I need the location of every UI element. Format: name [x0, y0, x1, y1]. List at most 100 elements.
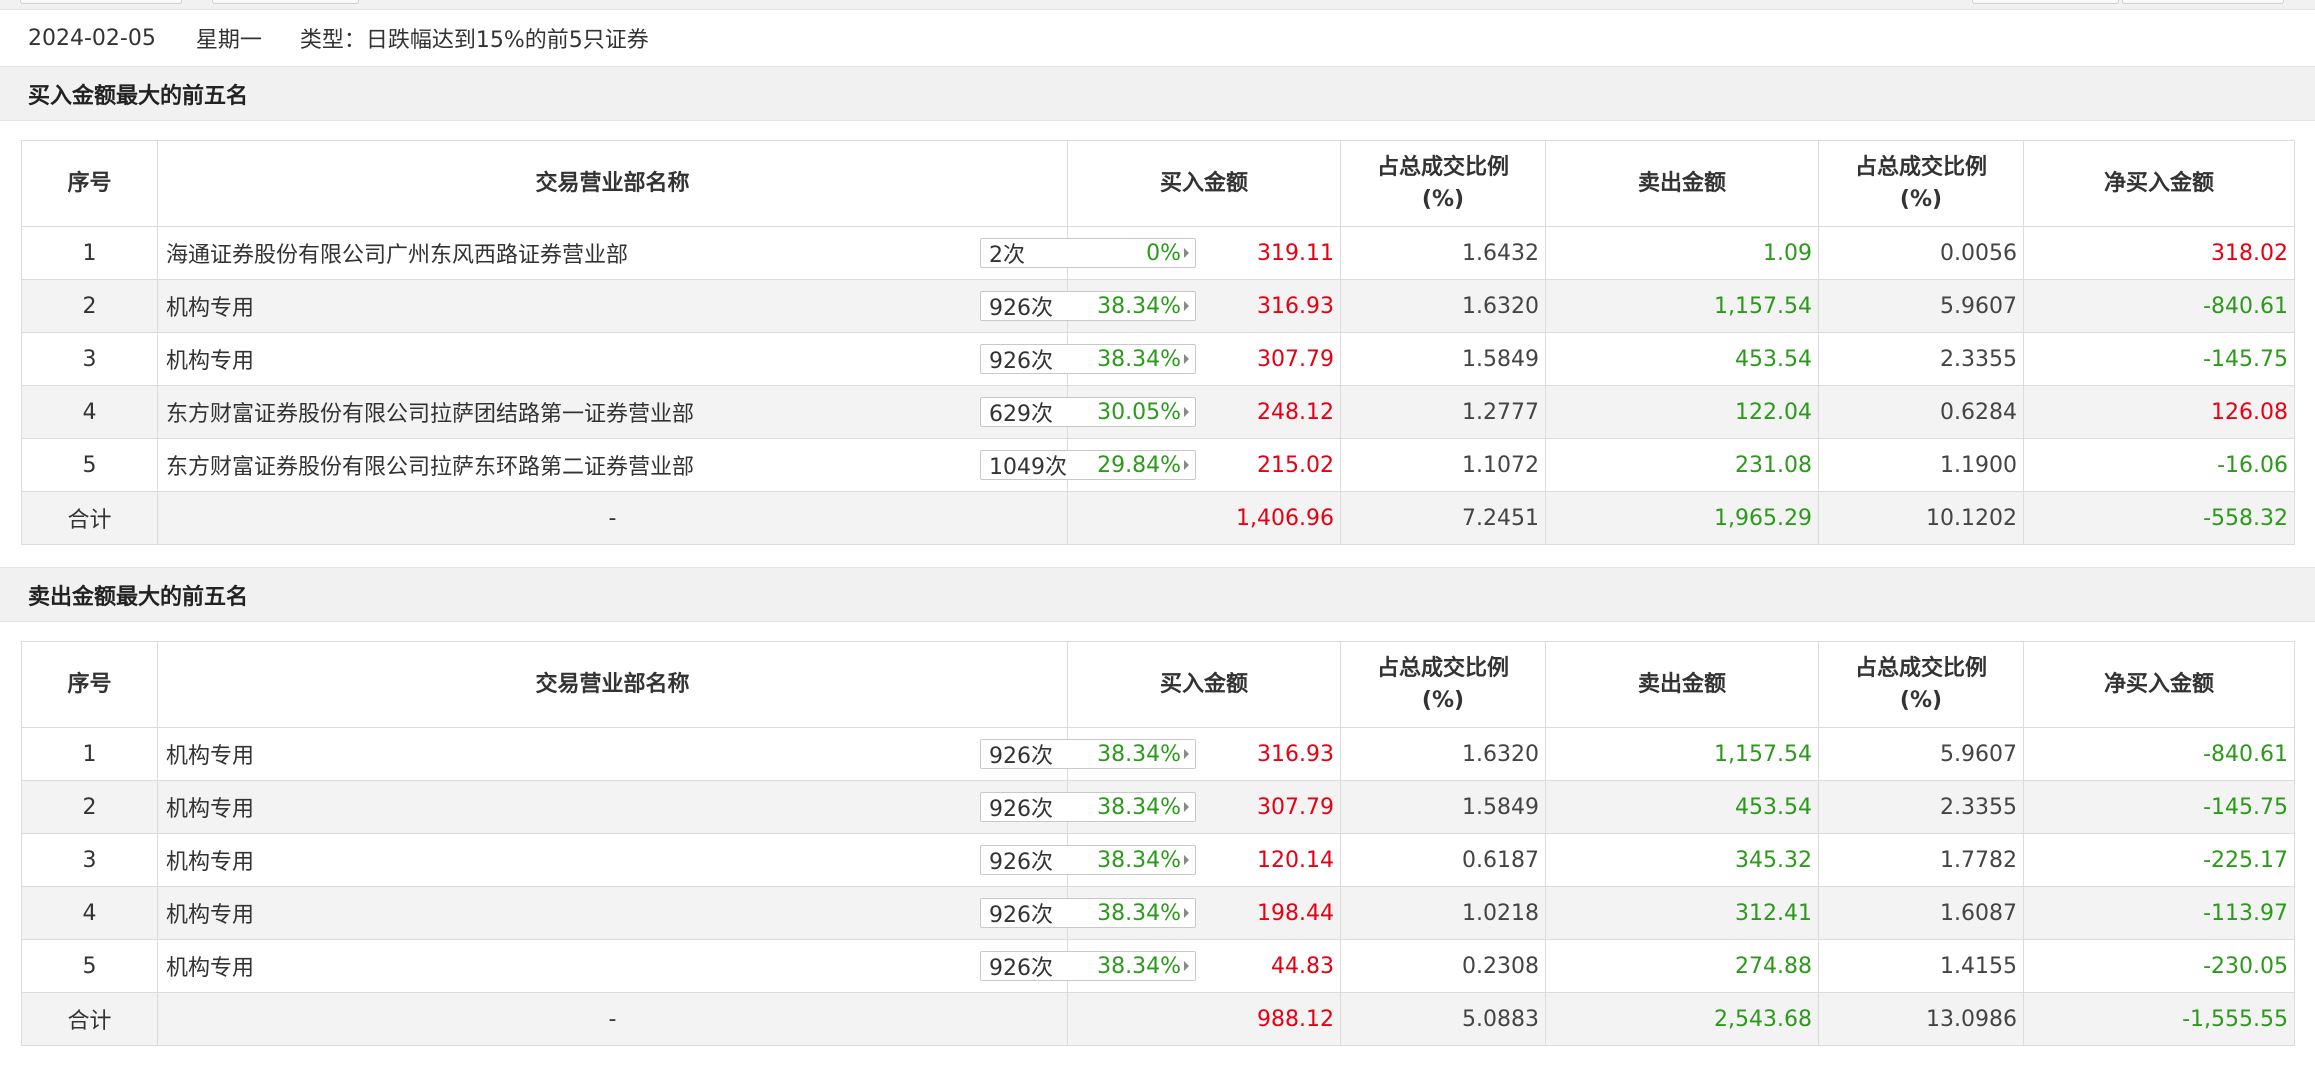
buy-top5-table: 序号 交易营业部名称 买入金额 占总成交比例 (%) 卖出金额 占总成交比例 (%)… — [21, 140, 2295, 545]
dept-name-link[interactable]: 机构专用 — [166, 290, 254, 322]
table-header-row: 序号 交易营业部名称 买入金额 占总成交比例 (%) 卖出金额 占总成交比例 (%)… — [21, 140, 2295, 227]
total-label: 合计 — [21, 992, 158, 1046]
col-header-name: 交易营业部名称 — [157, 140, 1068, 227]
dept-name-link[interactable]: 机构专用 — [166, 343, 254, 375]
row-buy-ratio: 1.0218 — [1340, 886, 1546, 940]
row-sell-amount: 1.09 — [1545, 226, 1819, 280]
section-title: 买入金额最大的前五名 — [28, 83, 249, 109]
dept-name-link[interactable]: 机构专用 — [166, 844, 254, 876]
caret-right-icon — [1184, 749, 1189, 759]
row-net-amount: -16.06 — [2023, 438, 2295, 492]
top-right-button[interactable] — [1972, 0, 2119, 4]
row-net-amount: -225.17 — [2023, 833, 2295, 887]
row-buy-ratio: 0.2308 — [1340, 939, 1546, 993]
sell-top5-header: 卖出金额最大的前五名 — [0, 567, 2315, 622]
row-sell-ratio: 1.1900 — [1818, 438, 2024, 492]
caret-right-icon — [1184, 354, 1189, 364]
type-label: 类型： — [299, 28, 366, 53]
total-buy-ratio: 5.0883 — [1340, 992, 1546, 1046]
info-bar: 2024-02-05 星期一 类型： 日跌幅达到15%的前5只证券 — [0, 10, 2315, 66]
col-header-sell-ratio-line1: 占总成交比例 — [1854, 154, 1987, 180]
dept-stats-button[interactable]: 926次 38.34% — [980, 344, 1196, 374]
row-net-amount: 318.02 — [2023, 226, 2295, 280]
total-sell-amount: 2,543.68 — [1545, 992, 1819, 1046]
row-seq: 4 — [21, 385, 158, 439]
table-row: 2 机构专用 926次 38.34% 307.79 1.5849 453.54 2.3355-… — [21, 780, 2295, 834]
dept-stats-button[interactable]: 926次 38.34% — [980, 845, 1196, 875]
dept-name-link[interactable]: 机构专用 — [166, 791, 254, 823]
caret-right-icon — [1184, 961, 1189, 971]
caret-right-icon — [1184, 407, 1189, 417]
dept-name-link[interactable]: 机构专用 — [166, 897, 254, 929]
table-total-row: 合计 -1,406.96 7.2451 1,965.29 10.1202 -558.32 — [21, 491, 2295, 545]
col-header-seq: 序号 — [21, 140, 158, 227]
top-right-button[interactable] — [2122, 0, 2284, 4]
row-buy-ratio: 1.6320 — [1340, 727, 1546, 781]
row-dept-cell: 海通证券股份有限公司广州东风西路证券营业部 2次 0% — [157, 226, 1196, 280]
row-seq: 2 — [21, 279, 158, 333]
row-sell-ratio: 5.9607 — [1818, 727, 2024, 781]
dept-stats-button[interactable]: 926次 38.34% — [980, 951, 1196, 981]
dept-stats-button[interactable]: 926次 38.34% — [980, 739, 1196, 769]
col-header-sell-ratio-line2: (%) — [1899, 186, 1943, 212]
row-sell-ratio: 2.3355 — [1818, 780, 2024, 834]
dept-appearance-count: 926次 — [989, 744, 1053, 769]
dept-name-link[interactable]: 海通证券股份有限公司广州东风西路证券营业部 — [166, 237, 628, 269]
col-header-buy-ratio: 占总成交比例 (%) — [1340, 641, 1546, 728]
dept-stats-button[interactable]: 926次 38.34% — [980, 291, 1196, 321]
top-tab-button[interactable] — [212, 0, 359, 4]
row-sell-amount: 122.04 — [1545, 385, 1819, 439]
dept-success-rate: 0% — [1146, 240, 1181, 266]
col-header-buy: 买入金额 — [1067, 641, 1341, 728]
total-sell-ratio: 13.0986 — [1818, 992, 2024, 1046]
buy-top5-body: 1 海通证券股份有限公司广州东风西路证券营业部 2次 0% 319.11 1.6432 1.… — [21, 226, 2295, 545]
row-sell-amount: 345.32 — [1545, 833, 1819, 887]
row-sell-amount: 453.54 — [1545, 332, 1819, 386]
dept-stats-button[interactable]: 926次 38.34% — [980, 792, 1196, 822]
row-sell-amount: 274.88 — [1545, 939, 1819, 993]
row-sell-ratio: 0.0056 — [1818, 226, 2024, 280]
dept-success-rate: 38.34% — [1097, 741, 1181, 767]
dept-name-link[interactable]: 机构专用 — [166, 738, 254, 770]
top-tab-button[interactable] — [20, 0, 182, 4]
row-sell-ratio: 0.6284 — [1818, 385, 2024, 439]
row-sell-ratio: 1.6087 — [1818, 886, 2024, 940]
row-sell-amount: 453.54 — [1545, 780, 1819, 834]
col-header-buy-ratio-line2: (%) — [1421, 687, 1465, 713]
row-sell-amount: 1,157.54 — [1545, 727, 1819, 781]
col-header-seq: 序号 — [21, 641, 158, 728]
row-sell-amount: 231.08 — [1545, 438, 1819, 492]
dept-stats-button[interactable]: 1049次 29.84% — [980, 450, 1196, 480]
section-title: 卖出金额最大的前五名 — [28, 584, 249, 610]
buy-top5-header: 买入金额最大的前五名 — [0, 66, 2315, 121]
dept-name-link[interactable]: 东方财富证券股份有限公司拉萨团结路第一证券营业部 — [166, 396, 694, 428]
total-dept-placeholder: - — [157, 992, 1068, 1046]
col-header-buy-ratio-line2: (%) — [1421, 186, 1465, 212]
dept-appearance-count: 629次 — [989, 402, 1053, 427]
trade-date: 2024-02-05 — [28, 25, 156, 51]
row-net-amount: -145.75 — [2023, 332, 2295, 386]
table-row: 2 机构专用 926次 38.34% 316.93 1.6320 1,157.54 5.960… — [21, 279, 2295, 333]
dept-stats-button[interactable]: 926次 38.34% — [980, 898, 1196, 928]
row-net-amount: -145.75 — [2023, 780, 2295, 834]
top-toolbar-strip — [0, 0, 2315, 10]
dept-success-rate: 38.34% — [1097, 794, 1181, 820]
sell-top5-table: 序号 交易营业部名称 买入金额 占总成交比例 (%) 卖出金额 占总成交比例 (%)… — [21, 641, 2295, 1046]
row-seq: 3 — [21, 833, 158, 887]
row-dept-cell: 机构专用 926次 38.34% — [157, 780, 1196, 834]
col-header-sell: 卖出金额 — [1545, 641, 1819, 728]
col-header-sell-ratio-line2: (%) — [1899, 687, 1943, 713]
dept-appearance-count: 1049次 — [989, 455, 1067, 480]
dept-name-link[interactable]: 东方财富证券股份有限公司拉萨东环路第二证券营业部 — [166, 449, 694, 481]
row-sell-ratio: 1.4155 — [1818, 939, 2024, 993]
dept-stats-button[interactable]: 2次 0% — [980, 238, 1196, 268]
col-header-sell-ratio: 占总成交比例 (%) — [1818, 140, 2024, 227]
dept-name-link[interactable]: 机构专用 — [166, 950, 254, 982]
dept-success-rate: 38.34% — [1097, 900, 1181, 926]
col-header-buy-ratio-line1: 占总成交比例 — [1376, 154, 1509, 180]
dept-stats-button[interactable]: 629次 30.05% — [980, 397, 1196, 427]
table-row: 4 机构专用 926次 38.34% 198.44 1.0218 312.41 1.6087-… — [21, 886, 2295, 940]
row-buy-ratio: 1.6432 — [1340, 226, 1546, 280]
col-header-buy-ratio: 占总成交比例 (%) — [1340, 140, 1546, 227]
total-net-amount: -1,555.55 — [2023, 992, 2295, 1046]
